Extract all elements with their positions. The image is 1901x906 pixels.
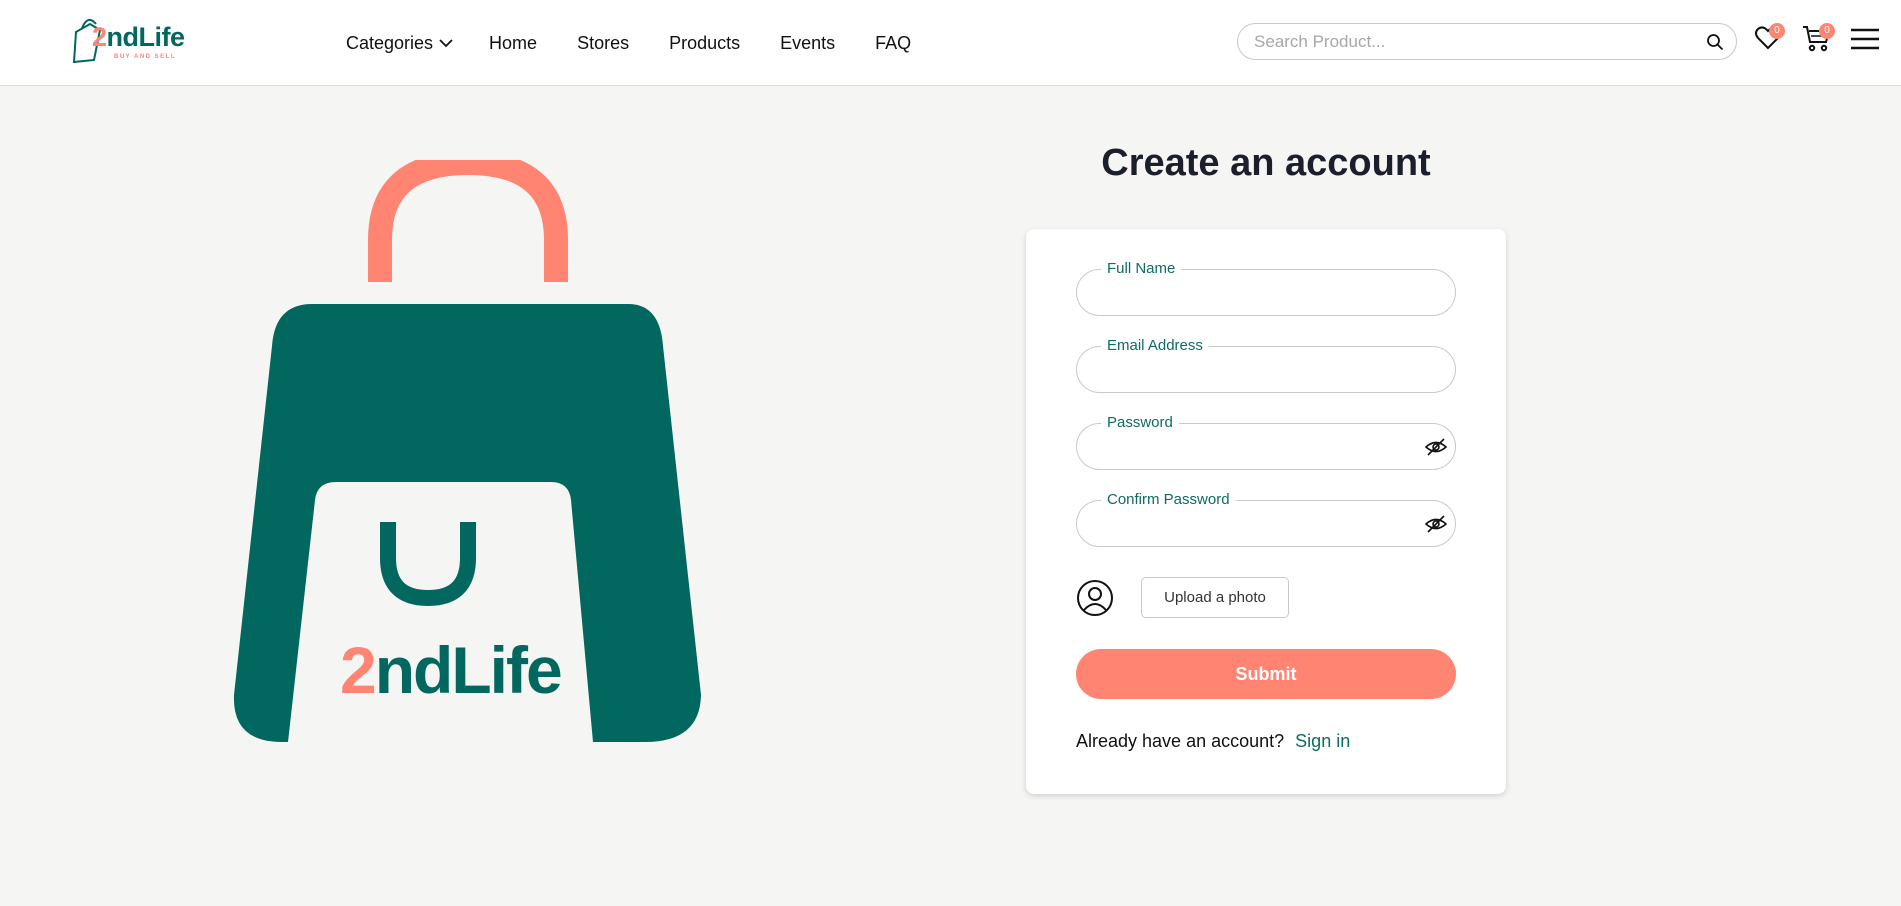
eye-off-icon[interactable] (1425, 514, 1447, 534)
page-title: Create an account (1101, 142, 1431, 184)
logo-tagline: BUY AND SELL (114, 54, 177, 60)
signin-row: Already have an account? Sign in (1076, 731, 1350, 752)
signup-card: Full Name Email Address Password Confirm… (1026, 229, 1506, 794)
full-name-field: Full Name (1076, 261, 1456, 316)
nav-events[interactable]: Events (780, 33, 835, 54)
chevron-down-icon (439, 39, 453, 48)
password-input[interactable] (1095, 436, 1415, 458)
search-bar (1237, 23, 1737, 60)
menu-icon[interactable] (1851, 28, 1879, 50)
cart-button[interactable]: 0 (1802, 23, 1835, 59)
password-label: Password (1101, 415, 1179, 431)
nav-faq[interactable]: FAQ (875, 33, 911, 54)
nav-products[interactable]: Products (669, 33, 740, 54)
confirm-password-input[interactable] (1095, 513, 1415, 535)
cart-count-badge: 0 (1819, 23, 1835, 39)
submit-button[interactable]: Submit (1076, 649, 1456, 699)
hero-bag-illustration: 2ndLife (233, 160, 701, 742)
wishlist-count-badge: 0 (1769, 23, 1785, 39)
search-input[interactable] (1252, 30, 1682, 54)
brand-logo[interactable]: 2ndLife BUY AND SELL (70, 10, 195, 66)
nav-home[interactable]: Home (489, 33, 537, 54)
logo-wordmark: 2ndLife (92, 22, 185, 52)
wishlist-button[interactable]: 0 (1754, 23, 1785, 57)
password-field: Password (1076, 415, 1456, 470)
eye-off-icon[interactable] (1425, 437, 1447, 457)
confirm-password-label: Confirm Password (1101, 492, 1236, 508)
user-circle-icon (1077, 580, 1113, 616)
nav-categories-label: Categories (346, 32, 434, 53)
signin-prompt: Already have an account? (1076, 731, 1285, 751)
upload-photo-button[interactable]: Upload a photo (1141, 577, 1289, 618)
nav-categories[interactable]: Categories (346, 33, 453, 54)
search-icon[interactable] (1706, 33, 1724, 51)
top-header: 2ndLife BUY AND SELL Categories Home Sto… (0, 0, 1901, 86)
hero-brand-text: 2ndLife (340, 633, 561, 707)
email-field: Email Address (1076, 338, 1456, 393)
full-name-input[interactable] (1095, 282, 1415, 304)
signin-link[interactable]: Sign in (1295, 731, 1350, 751)
nav-stores[interactable]: Stores (577, 33, 629, 54)
email-input[interactable] (1095, 359, 1415, 381)
main-nav: Categories Home Stores Products Events F… (346, 0, 951, 86)
confirm-password-field: Confirm Password (1076, 492, 1456, 547)
email-label: Email Address (1101, 338, 1209, 354)
full-name-label: Full Name (1101, 261, 1182, 277)
